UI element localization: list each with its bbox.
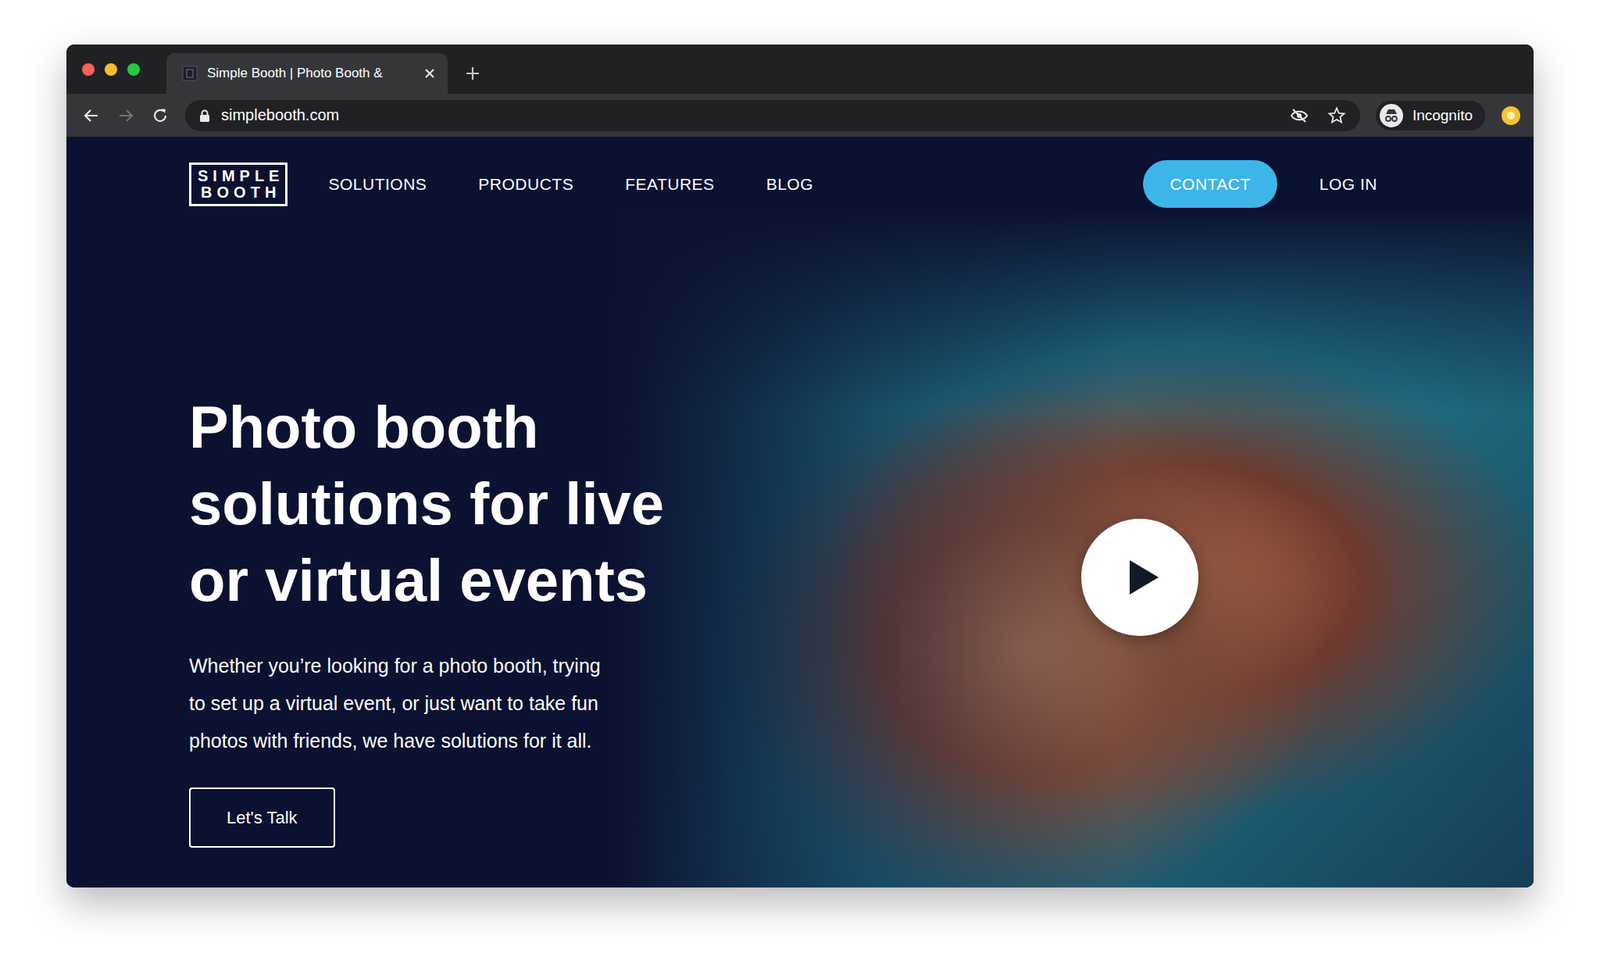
window-controls	[82, 63, 140, 76]
play-icon	[1126, 557, 1161, 597]
toolbar: simplebooth.com Incognito	[66, 93, 1534, 137]
browser-window: Simple Booth | Photo Booth & simplebooth…	[66, 44, 1534, 888]
new-tab-icon[interactable]	[464, 65, 481, 82]
lets-talk-button[interactable]: Let's Talk	[189, 787, 336, 848]
url-text: simplebooth.com	[221, 106, 340, 125]
profile-label: Incognito	[1412, 107, 1473, 125]
nav-link[interactable]: SOLUTIONS	[328, 175, 427, 194]
nav-actions: CONTACT LOG IN	[1142, 160, 1378, 208]
hero-headline: Photo boothsolutions for liveor virtual …	[189, 389, 665, 619]
login-link[interactable]: LOG IN	[1319, 175, 1378, 194]
play-button[interactable]	[1081, 518, 1199, 636]
nav-link[interactable]: PRODUCTS	[478, 175, 574, 194]
forward-arrow-icon[interactable]	[116, 106, 136, 125]
tab-bar: Simple Booth | Photo Booth &	[66, 44, 1534, 94]
logo[interactable]: SIMPLEBOOTH	[189, 162, 288, 207]
minimize-icon[interactable]	[104, 63, 118, 76]
site-nav: SIMPLEBOOTH SOLUTIONS PRODUCTS FEATURES BLO…	[189, 136, 1378, 208]
profile-chip[interactable]: Incognito	[1375, 100, 1486, 131]
reload-icon[interactable]	[150, 106, 170, 125]
web-page: SIMPLEBOOTH SOLUTIONS PRODUCTS FEATURES BLO…	[66, 136, 1534, 888]
star-icon[interactable]	[1327, 106, 1347, 125]
logo-text: SIMPLE	[197, 167, 284, 185]
contact-button[interactable]: CONTACT	[1142, 160, 1277, 208]
nav-links: SOLUTIONS PRODUCTS FEATURES BLOG	[328, 175, 814, 194]
close-tab-icon[interactable]	[424, 67, 436, 79]
extension-icon[interactable]	[1500, 105, 1522, 126]
desktop: Simple Booth | Photo Booth & simplebooth…	[0, 0, 1600, 975]
favicon-icon	[182, 65, 198, 82]
hero-lead: Whether you’re looking for a photo booth…	[189, 646, 601, 760]
eye-slash-icon[interactable]	[1289, 106, 1309, 125]
browser-tab[interactable]: Simple Booth | Photo Booth &	[166, 53, 448, 94]
lock-icon	[199, 109, 211, 122]
back-arrow-icon[interactable]	[82, 106, 101, 125]
hero: Photo boothsolutions for liveor virtual …	[189, 207, 1378, 848]
address-bar[interactable]: simplebooth.com	[185, 100, 1361, 132]
zoom-icon[interactable]	[127, 63, 140, 76]
nav-link[interactable]: BLOG	[766, 175, 814, 194]
hero-photo	[613, 207, 1534, 888]
close-icon[interactable]	[82, 63, 95, 76]
logo-text: BOOTH	[200, 184, 281, 201]
incognito-icon	[1379, 103, 1404, 128]
nav-link[interactable]: FEATURES	[625, 175, 715, 194]
tab-title: Simple Booth | Photo Booth &	[207, 65, 415, 82]
